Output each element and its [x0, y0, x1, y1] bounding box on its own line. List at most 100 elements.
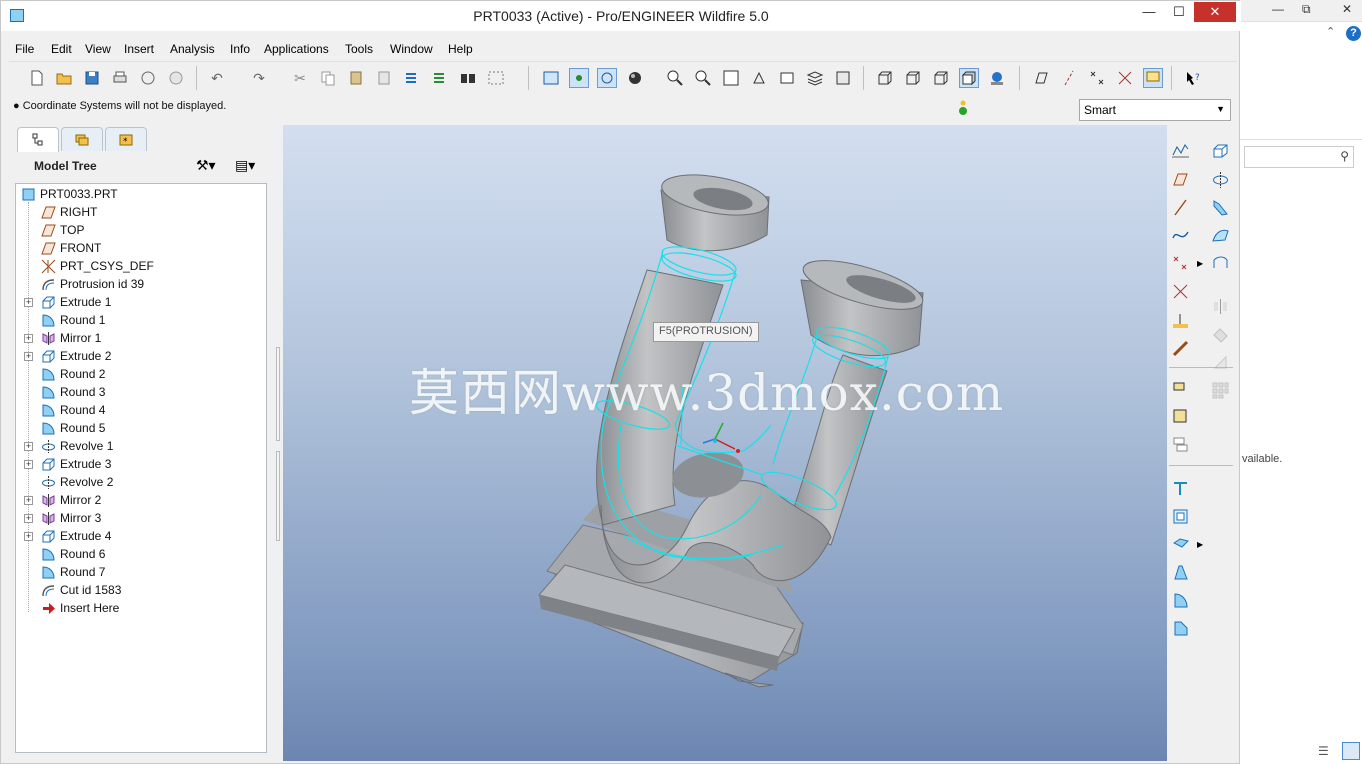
enhanced-realism-icon[interactable]: [987, 68, 1007, 88]
tree-item[interactable]: Round 7: [40, 563, 105, 581]
tree-item[interactable]: TOP: [40, 221, 84, 239]
graphics-window[interactable]: F5(PROTRUSION) 莫西网www.3dmox.com: [283, 125, 1167, 761]
tree-item[interactable]: Protrusion id 39: [40, 275, 144, 293]
orient-mode-icon[interactable]: [597, 68, 617, 88]
expand-toggle[interactable]: +: [24, 514, 33, 523]
menu-edit[interactable]: Edit: [51, 42, 72, 56]
tree-item[interactable]: Revolve 2: [40, 473, 113, 491]
datum-chain-icon[interactable]: [1169, 337, 1191, 359]
draft-tool-icon[interactable]: [1169, 561, 1191, 583]
layers-icon[interactable]: [805, 68, 825, 88]
tab-model-tree[interactable]: [17, 127, 59, 152]
close-button[interactable]: ✕: [1194, 2, 1236, 22]
tree-item[interactable]: Round 6: [40, 545, 105, 563]
tree-item[interactable]: Round 3: [40, 383, 105, 401]
tree-item[interactable]: Insert Here: [40, 599, 119, 617]
datum-points-display-icon[interactable]: [1087, 68, 1107, 88]
find-icon[interactable]: [458, 68, 478, 88]
menu-view[interactable]: View: [85, 42, 111, 56]
saved-views-icon[interactable]: [777, 68, 797, 88]
chamfer-tool-icon[interactable]: [1169, 617, 1191, 639]
menu-analysis[interactable]: Analysis: [170, 42, 215, 56]
tree-item[interactable]: Round 1: [40, 311, 105, 329]
hole-tool-icon[interactable]: [1169, 477, 1191, 499]
bg-close-icon[interactable]: ✕: [1342, 2, 1352, 16]
menu-help[interactable]: Help: [448, 42, 473, 56]
tree-item[interactable]: FRONT: [40, 239, 101, 257]
tree-item[interactable]: PRT_CSYS_DEF: [40, 257, 154, 275]
select-box-icon[interactable]: [486, 68, 506, 88]
expand-toggle[interactable]: +: [24, 532, 33, 541]
expand-toggle[interactable]: +: [24, 460, 33, 469]
background-search-input[interactable]: ⚲: [1244, 146, 1354, 168]
tree-item[interactable]: Cut id 1583: [40, 581, 121, 599]
datum-point-tool-icon[interactable]: [1169, 252, 1191, 274]
paste-icon[interactable]: [346, 68, 366, 88]
copy-geom-icon[interactable]: [1169, 405, 1191, 427]
send-link-icon[interactable]: [166, 68, 186, 88]
csys-tool-icon[interactable]: [1169, 280, 1191, 302]
datum-planes-display-icon[interactable]: [1031, 68, 1051, 88]
shading-icon[interactable]: [959, 68, 979, 88]
new-file-icon[interactable]: [27, 68, 47, 88]
tree-item[interactable]: Round 2: [40, 365, 105, 383]
tree-item[interactable]: Mirror 2: [40, 491, 101, 509]
swept-blend-icon[interactable]: [1209, 224, 1231, 246]
boundary-blend-icon[interactable]: [1209, 252, 1231, 274]
large-icons-view-icon[interactable]: [1342, 742, 1360, 760]
expand-toggle[interactable]: +: [24, 496, 33, 505]
minimize-button[interactable]: —: [1134, 2, 1164, 22]
redo-icon[interactable]: ↷: [249, 68, 269, 88]
shell-tool-icon[interactable]: [1169, 505, 1191, 527]
print-icon[interactable]: [110, 68, 130, 88]
selection-filter-select[interactable]: Smart ▼: [1079, 99, 1231, 121]
copy-icon[interactable]: [318, 68, 338, 88]
details-view-icon[interactable]: ☰: [1318, 744, 1329, 758]
tree-item[interactable]: Round 5: [40, 419, 105, 437]
tab-favorites[interactable]: *: [105, 127, 147, 151]
expand-toggle[interactable]: +: [24, 442, 33, 451]
data-sharing-icon[interactable]: [1169, 433, 1191, 455]
extrude-tool-icon[interactable]: [1209, 139, 1231, 161]
context-help-icon[interactable]: ?: [1183, 68, 1203, 88]
csys-display-icon[interactable]: [1115, 68, 1135, 88]
expand-toggle[interactable]: +: [24, 334, 33, 343]
part-model[interactable]: [283, 125, 1167, 761]
menu-info[interactable]: Info: [230, 42, 250, 56]
no-hidden-icon[interactable]: [931, 68, 951, 88]
view-manager-icon[interactable]: [833, 68, 853, 88]
tree-item[interactable]: Mirror 1: [40, 329, 101, 347]
tree-item[interactable]: RIGHT: [40, 203, 97, 221]
tree-settings-icon[interactable]: ⚒▾: [196, 157, 216, 174]
refit-icon[interactable]: [721, 68, 741, 88]
tree-item[interactable]: Mirror 3: [40, 509, 101, 527]
revolve-tool-icon[interactable]: [1209, 168, 1231, 190]
rib-tool-icon[interactable]: [1169, 533, 1191, 555]
tree-show-icon[interactable]: ▤▾: [235, 157, 255, 174]
hidden-line-icon[interactable]: [903, 68, 923, 88]
repaint-icon[interactable]: [541, 68, 561, 88]
round-tool-icon[interactable]: [1169, 589, 1191, 611]
tree-item[interactable]: Extrude 2: [40, 347, 111, 365]
expand-toggle[interactable]: +: [24, 352, 33, 361]
annotation-display-icon[interactable]: [1143, 68, 1163, 88]
flyout-arrow-icon[interactable]: ▶: [1197, 540, 1203, 549]
menu-window[interactable]: Window: [390, 42, 433, 56]
cut-icon[interactable]: ✂: [290, 68, 310, 88]
regenerate-icon[interactable]: [402, 68, 422, 88]
zoom-out-icon[interactable]: [693, 68, 713, 88]
zoom-in-icon[interactable]: [665, 68, 685, 88]
tree-item[interactable]: Extrude 1: [40, 293, 111, 311]
chevron-up-icon[interactable]: ⌃: [1326, 25, 1335, 38]
spin-center-icon[interactable]: [569, 68, 589, 88]
sweep-tool-icon[interactable]: [1209, 196, 1231, 218]
undo-icon[interactable]: ↶: [207, 68, 227, 88]
paste-special-icon[interactable]: [374, 68, 394, 88]
datum-axis-tool-icon[interactable]: [1169, 196, 1191, 218]
tab-folder-browser[interactable]: [61, 127, 103, 151]
splitter-handle[interactable]: [276, 347, 280, 441]
send-mail-icon[interactable]: [138, 68, 158, 88]
reorient-icon[interactable]: [749, 68, 769, 88]
bg-restore-icon[interactable]: ⧉: [1302, 2, 1311, 17]
wireframe-icon[interactable]: [875, 68, 895, 88]
